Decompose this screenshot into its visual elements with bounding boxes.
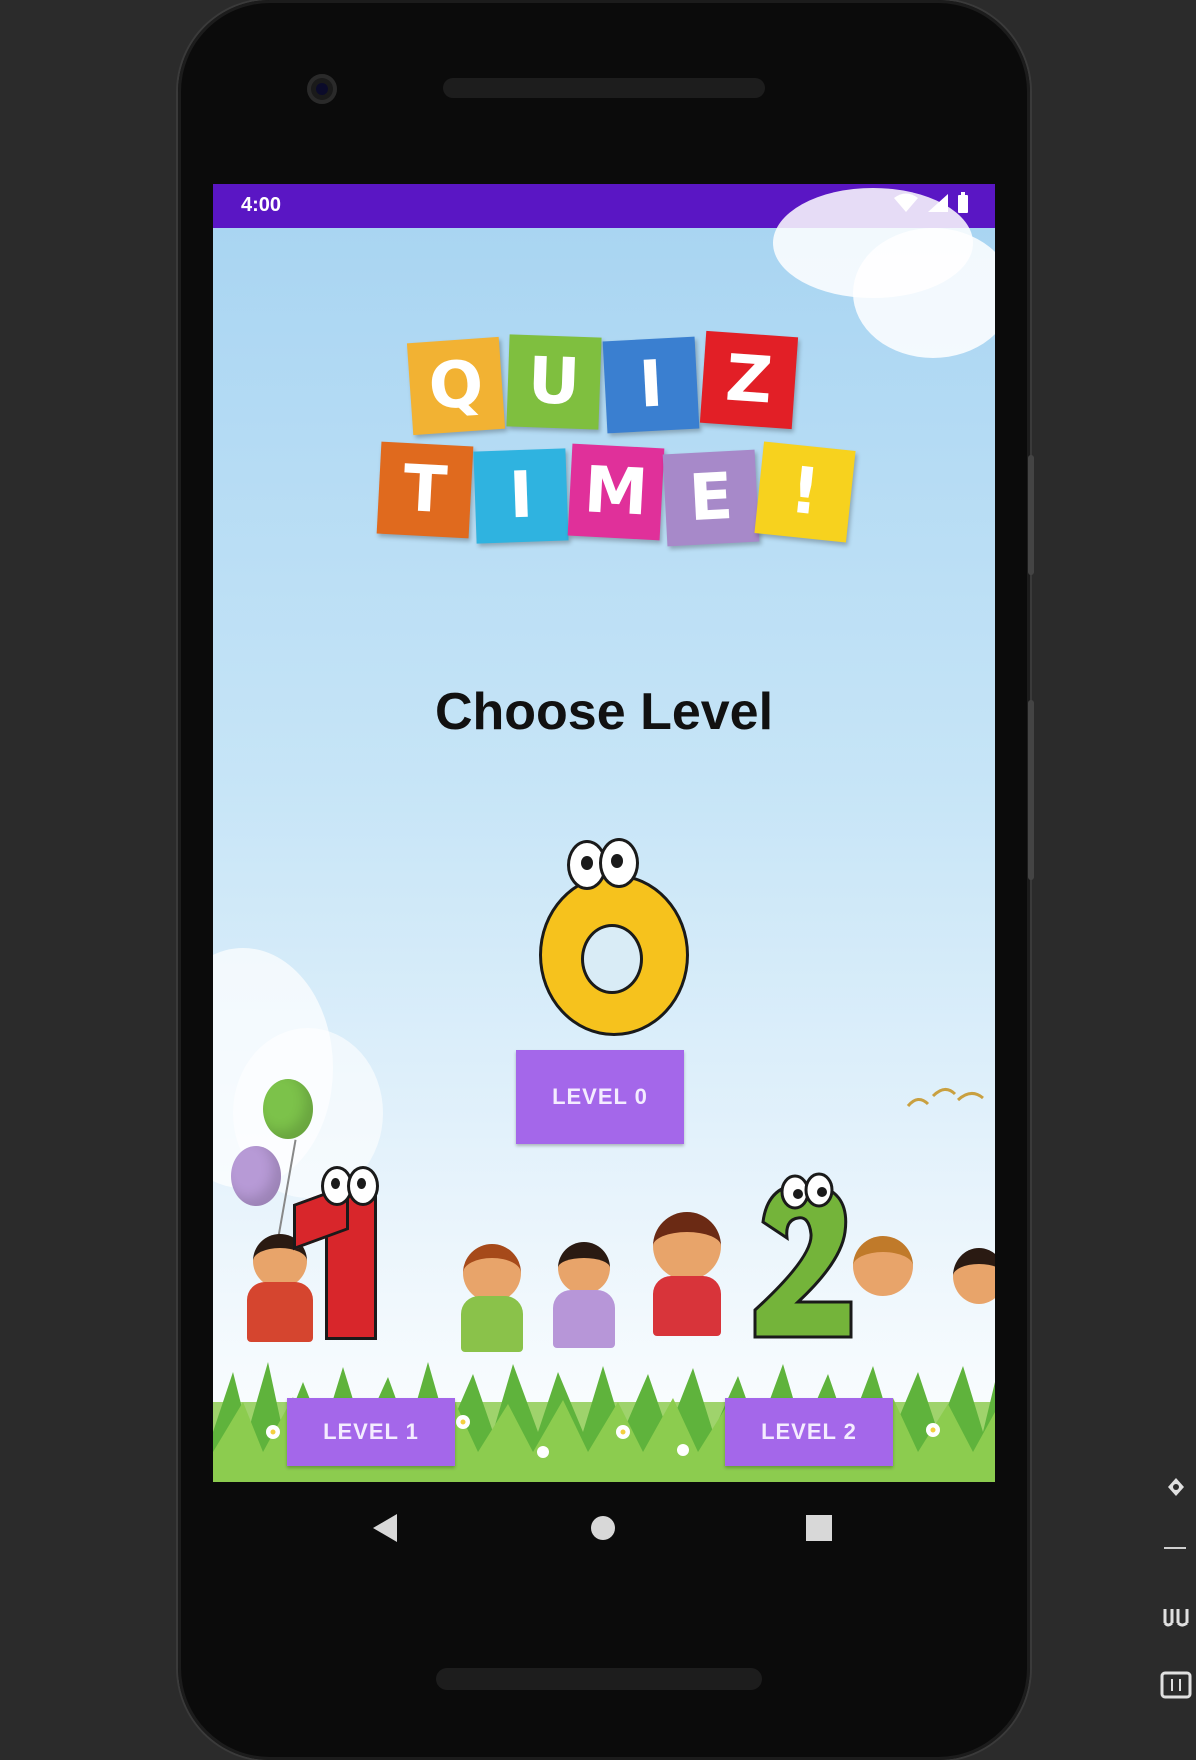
level-2-button[interactable]: LEVEL 2 [725, 1398, 893, 1466]
bottom-speaker [436, 1668, 762, 1690]
volume-button [1028, 700, 1034, 880]
number-two-character: 2 [743, 1172, 863, 1342]
balloon-purple [231, 1146, 281, 1206]
kid-illustration [653, 1212, 721, 1280]
number-one-character: 1 [285, 1166, 395, 1340]
level-0-button[interactable]: LEVEL 0 [516, 1050, 684, 1144]
logo-letter: I [602, 336, 700, 434]
status-time: 4:00 [241, 194, 282, 216]
kid-illustration [653, 1276, 721, 1336]
settings-square-icon[interactable] [1160, 1671, 1192, 1699]
kid-illustration [553, 1290, 615, 1348]
back-icon[interactable] [371, 1512, 399, 1544]
logo-letter: E [662, 449, 760, 547]
recents-icon[interactable] [805, 1514, 833, 1542]
logo-letter: Z [699, 330, 799, 430]
logo-letter: M [567, 443, 665, 541]
logo-letter: ! [754, 441, 856, 543]
minimize-icon[interactable] [1164, 1547, 1186, 1549]
phone-screen: 4:00 Q U I Z T I M E ! Choose Level 0 LE… [213, 184, 995, 1482]
page-title: Choose Level [434, 683, 774, 741]
kid-illustration [558, 1242, 610, 1294]
level-1-button[interactable]: LEVEL 1 [287, 1398, 455, 1466]
home-icon[interactable] [589, 1514, 617, 1542]
logo-letter: Q [406, 336, 506, 436]
power-button [1028, 455, 1034, 575]
kid-illustration [461, 1296, 523, 1352]
front-camera [307, 74, 337, 104]
screenshot-icon[interactable] [1162, 1605, 1190, 1627]
logo-letter: U [506, 334, 602, 430]
rotate-icon[interactable] [1164, 1475, 1188, 1499]
earpiece-speaker [443, 78, 765, 98]
system-nav-bar [213, 1482, 995, 1572]
logo-letter: T [376, 441, 474, 539]
number-zero-character: 0 [531, 832, 691, 1036]
logo-letter: I [473, 448, 569, 544]
balloon-green [263, 1079, 313, 1139]
kid-illustration [463, 1244, 521, 1302]
battery-icon [958, 192, 968, 213]
cloud-decoration [853, 228, 995, 358]
birds-decoration [906, 1088, 984, 1108]
